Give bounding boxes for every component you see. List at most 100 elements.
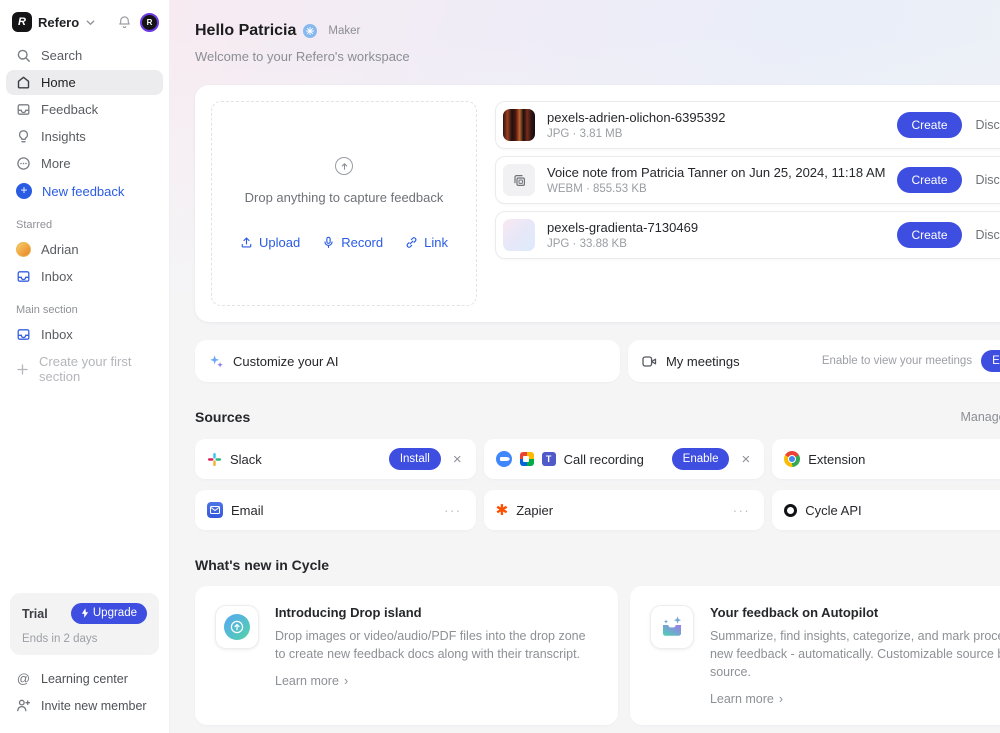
- at-sign-icon: @: [16, 671, 31, 686]
- record-button[interactable]: Record: [322, 235, 383, 250]
- enable-meetings-button[interactable]: Enable: [981, 350, 1000, 372]
- lightbulb-icon: [16, 129, 31, 144]
- source-card-email: Email ···: [195, 490, 476, 530]
- link-button[interactable]: Link: [405, 235, 448, 250]
- meetings-hint: Enable to view your meetings: [822, 355, 972, 367]
- plus-circle-icon: +: [16, 183, 32, 199]
- file-thumbnail: [503, 164, 535, 196]
- discard-button[interactable]: Discard: [974, 167, 1000, 193]
- upgrade-button[interactable]: Upgrade: [71, 603, 147, 624]
- news-title: Your feedback on Autopilot: [710, 605, 1000, 620]
- learning-center-button[interactable]: @ Learning center: [6, 665, 163, 692]
- source-card-cycle-api: Cycle API ···: [772, 490, 1000, 530]
- upload-circle-icon: [335, 157, 353, 175]
- create-button[interactable]: Create: [897, 222, 961, 248]
- create-button[interactable]: Create: [897, 112, 961, 138]
- user-avatar[interactable]: R: [140, 13, 159, 32]
- news-card-drop-island: Introducing Drop island Drop images or v…: [195, 586, 618, 725]
- upload-button[interactable]: Upload: [240, 235, 300, 250]
- new-feedback-button[interactable]: + New feedback: [6, 178, 163, 204]
- video-camera-icon: [642, 355, 657, 368]
- drop-zone[interactable]: Drop anything to capture feedback Upload…: [211, 101, 477, 306]
- sidebar-item-insights[interactable]: Insights: [6, 124, 163, 149]
- close-icon[interactable]: ×: [451, 450, 464, 469]
- person-plus-icon: [16, 698, 31, 713]
- sidebar-item-adrian[interactable]: Adrian: [6, 237, 163, 262]
- sidebar-item-label: More: [41, 156, 71, 171]
- inbox-icon: [16, 102, 31, 117]
- item-title: pexels-gradienta-7130469: [547, 220, 885, 235]
- customize-ai-card[interactable]: Customize your AI: [195, 340, 620, 382]
- source-card-zapier: ✱ Zapier ···: [484, 490, 765, 530]
- discard-button[interactable]: Discard: [974, 112, 1000, 138]
- bell-icon[interactable]: [117, 15, 132, 30]
- sources-title: Sources: [195, 409, 250, 425]
- sidebar-item-inbox-main[interactable]: Inbox: [6, 322, 163, 347]
- inbox-blue-icon: [16, 327, 31, 342]
- create-button[interactable]: Create: [897, 167, 961, 193]
- sidebar-item-label: Inbox: [41, 269, 73, 284]
- autopilot-icon: [650, 605, 694, 649]
- source-card-slack: Slack Install ×: [195, 439, 476, 479]
- role-badge: Maker: [328, 25, 360, 37]
- my-meetings-label: My meetings: [666, 354, 740, 369]
- trial-ends-text: Ends in 2 days: [22, 633, 147, 645]
- sidebar-item-home[interactable]: Home: [6, 70, 163, 95]
- chrome-icon: [784, 451, 800, 467]
- enable-call-recording-button[interactable]: Enable: [672, 448, 730, 470]
- item-title: Voice note from Patricia Tanner on Jun 2…: [547, 165, 885, 180]
- workspace-subtitle: Welcome to your Refero's workspace: [195, 49, 1000, 64]
- manage-sources-link[interactable]: Manage sources: [960, 410, 1000, 424]
- plus-icon: [16, 363, 29, 376]
- main-area: Hello Patricia Maker Welcome to your Ref…: [170, 0, 1000, 733]
- sidebar-item-search[interactable]: Search: [6, 43, 163, 68]
- workspace-switcher[interactable]: R Refero: [12, 12, 96, 32]
- news-body: Summarize, find insights, categorize, an…: [710, 627, 1000, 681]
- email-icon: [207, 502, 223, 518]
- drop-island-icon: [215, 605, 259, 649]
- install-slack-button[interactable]: Install: [389, 448, 441, 470]
- sidebar-item-label: Adrian: [41, 242, 79, 257]
- sidebar-item-label: Home: [41, 75, 76, 90]
- item-meta: JPG · 33.88 KB: [547, 238, 885, 250]
- google-meet-icon: [520, 452, 534, 466]
- create-section-label: Create your first section: [39, 354, 153, 384]
- item-title: pexels-adrien-olichon-6395392: [547, 110, 885, 125]
- news-card-autopilot: Your feedback on Autopilot Summarize, fi…: [630, 586, 1000, 725]
- slack-icon: [207, 452, 222, 467]
- teams-icon: T: [542, 452, 556, 466]
- news-body: Drop images or video/audio/PDF files int…: [275, 627, 598, 663]
- close-icon[interactable]: ×: [739, 450, 752, 469]
- more-options-icon[interactable]: ···: [731, 501, 753, 520]
- learn-more-link[interactable]: Learn more›: [275, 674, 348, 688]
- feedback-item-row: pexels-adrien-olichon-6395392 JPG · 3.81…: [495, 101, 1000, 149]
- sidebar-item-label: Insights: [41, 129, 86, 144]
- sidebar-item-feedback[interactable]: Feedback: [6, 97, 163, 122]
- microphone-icon: [322, 236, 335, 249]
- news-title: Introducing Drop island: [275, 605, 598, 620]
- sidebar-item-label: Search: [41, 48, 82, 63]
- more-options-icon[interactable]: ···: [442, 501, 464, 520]
- link-icon: [405, 236, 418, 249]
- sidebar-item-more[interactable]: More: [6, 151, 163, 176]
- image-thumbnail: [503, 109, 535, 141]
- sidebar-item-inbox-starred[interactable]: Inbox: [6, 264, 163, 289]
- copy-icon: [512, 173, 527, 188]
- invite-member-button[interactable]: Invite new member: [6, 692, 163, 719]
- discard-button[interactable]: Discard: [974, 222, 1000, 248]
- workspace-row: R Refero R: [6, 8, 163, 42]
- main-section-label: Main section: [16, 304, 153, 316]
- upload-icon: [240, 236, 253, 249]
- source-card-extension: Extension ···: [772, 439, 1000, 479]
- refero-logo-icon: R: [12, 12, 32, 32]
- cycle-api-icon: [784, 504, 797, 517]
- source-card-call-recording: T Call recording Enable ×: [484, 439, 765, 479]
- zapier-icon: ✱: [496, 503, 509, 518]
- dropzone-text: Drop anything to capture feedback: [245, 190, 444, 205]
- sparkles-icon: [209, 354, 224, 369]
- item-meta: JPG · 3.81 MB: [547, 128, 885, 140]
- bolt-icon: [81, 608, 89, 618]
- create-section-button[interactable]: Create your first section: [6, 349, 163, 389]
- learn-more-link[interactable]: Learn more›: [710, 692, 783, 706]
- my-meetings-card[interactable]: My meetings Enable to view your meetings…: [628, 340, 1000, 382]
